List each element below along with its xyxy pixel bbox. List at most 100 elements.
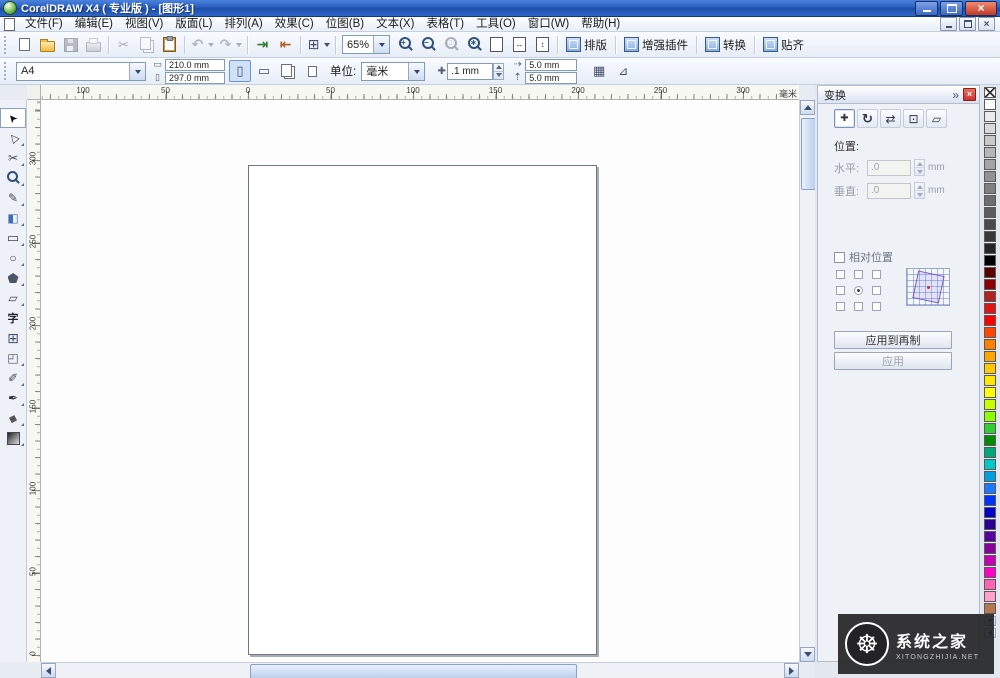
menu-file[interactable]: 文件(F) (19, 17, 69, 32)
layout-plugin-button[interactable]: 排版 (561, 34, 612, 56)
mdi-minimize-button[interactable] (940, 17, 957, 31)
palette-swatch-29[interactable] (984, 435, 996, 446)
zoom-width-button[interactable]: ↔ (508, 33, 531, 56)
palette-swatch-10[interactable] (984, 207, 996, 218)
horizontal-scrollbar[interactable] (41, 662, 799, 678)
pick-tool[interactable] (0, 108, 26, 128)
portrait-button[interactable] (229, 60, 251, 82)
palette-swatch-36[interactable] (984, 519, 996, 530)
units-combo[interactable]: 毫米 (361, 62, 425, 81)
zoom-level-combo[interactable]: 65% (342, 35, 390, 54)
zoom-out-button[interactable]: − (416, 33, 439, 56)
toolbar-grip[interactable] (4, 36, 9, 54)
palette-swatch-31[interactable] (984, 459, 996, 470)
close-button[interactable] (965, 1, 997, 16)
apply-to-duplicate-button[interactable]: 应用到再制 (834, 331, 952, 349)
palette-swatch-39[interactable] (984, 555, 996, 566)
crop-tool[interactable] (0, 148, 26, 168)
vertical-scrollbar[interactable] (799, 100, 815, 662)
palette-swatch-18[interactable] (984, 303, 996, 314)
menu-text[interactable]: 文本(X) (370, 17, 420, 32)
palette-swatch-22[interactable] (984, 351, 996, 362)
import-button[interactable] (251, 33, 274, 56)
palette-swatch-19[interactable] (984, 315, 996, 326)
scroll-up-button[interactable] (800, 100, 815, 115)
document-page[interactable] (248, 165, 597, 655)
menu-edit[interactable]: 编辑(E) (69, 17, 119, 32)
palette-swatch-32[interactable] (984, 471, 996, 482)
palette-swatch-23[interactable] (984, 363, 996, 374)
basic-shapes-tool[interactable] (0, 288, 26, 308)
property-bar-grip[interactable] (4, 62, 9, 80)
menu-window[interactable]: 窗口(W) (522, 17, 576, 32)
undo-button[interactable] (188, 33, 216, 56)
eyedropper-tool[interactable] (0, 368, 26, 388)
palette-swatch-21[interactable] (984, 339, 996, 350)
anchor-bottom-right[interactable] (872, 302, 881, 311)
zoom-in-button[interactable]: + (393, 33, 416, 56)
anchor-center[interactable] (854, 286, 863, 295)
palette-swatch-35[interactable] (984, 507, 996, 518)
zoom-all-button[interactable]: ∗ (462, 33, 485, 56)
menu-effects[interactable]: 效果(C) (269, 17, 320, 32)
palette-swatch-17[interactable] (984, 291, 996, 302)
palette-swatch-14[interactable] (984, 255, 996, 266)
open-button[interactable] (36, 33, 59, 56)
palette-swatch-34[interactable] (984, 495, 996, 506)
anchor-bottom-left[interactable] (836, 302, 845, 311)
palette-swatch-26[interactable] (984, 399, 996, 410)
app-launcher-button[interactable] (304, 33, 332, 56)
mdi-restore-button[interactable] (959, 17, 976, 31)
anchor-top-right[interactable] (872, 270, 881, 279)
table-tool[interactable] (0, 328, 26, 348)
redo-button-dropdown[interactable] (234, 39, 243, 50)
palette-swatch-15[interactable] (984, 267, 996, 278)
shape-tool[interactable] (0, 128, 26, 148)
palette-swatch-5[interactable] (984, 147, 996, 158)
transform-rotation-button[interactable] (857, 109, 878, 128)
text-tool[interactable] (0, 308, 26, 328)
palette-swatch-37[interactable] (984, 531, 996, 542)
palette-swatch-9[interactable] (984, 195, 996, 206)
anchor-top-left[interactable] (836, 270, 845, 279)
palette-swatch-16[interactable] (984, 279, 996, 290)
palette-swatch-24[interactable] (984, 375, 996, 386)
palette-swatch-1[interactable] (984, 99, 996, 110)
duplicate-y-input[interactable]: 5.0 mm (525, 72, 577, 84)
nudge-spinner[interactable] (493, 63, 504, 80)
paper-height-input[interactable]: 297.0 mm (165, 72, 225, 84)
palette-swatch-40[interactable] (984, 567, 996, 578)
palette-swatch-38[interactable] (984, 543, 996, 554)
palette-swatch-25[interactable] (984, 387, 996, 398)
snap-grid-button[interactable] (588, 60, 610, 82)
palette-swatch-4[interactable] (984, 135, 996, 146)
palette-swatch-27[interactable] (984, 411, 996, 422)
cut-button[interactable] (112, 33, 135, 56)
interactive-fill-tool[interactable] (0, 428, 26, 448)
mdi-close-button[interactable] (978, 17, 995, 31)
polygon-tool[interactable] (0, 268, 26, 288)
palette-swatch-13[interactable] (984, 243, 996, 254)
palette-swatch-12[interactable] (984, 231, 996, 242)
palette-swatch-28[interactable] (984, 423, 996, 434)
ellipse-tool[interactable] (0, 248, 26, 268)
palette-swatch-3[interactable] (984, 123, 996, 134)
anchor-middle-left[interactable] (836, 286, 845, 295)
palette-swatch-2[interactable] (984, 111, 996, 122)
fill-tool[interactable] (0, 408, 26, 428)
current-page-button[interactable] (301, 60, 323, 82)
zoom-selected-button[interactable]: □ (439, 33, 462, 56)
vertical-scroll-thumb[interactable] (801, 118, 816, 190)
zoom-combo-arrow[interactable] (373, 36, 389, 53)
transform-skew-button[interactable] (926, 109, 947, 128)
horizontal-spinner[interactable] (914, 159, 925, 176)
units-combo-arrow[interactable] (408, 63, 424, 80)
menu-view[interactable]: 视图(V) (119, 17, 169, 32)
drawing-scale-button[interactable] (612, 60, 634, 82)
palette-swatch-7[interactable] (984, 171, 996, 182)
new-button[interactable] (13, 33, 36, 56)
minimize-button[interactable] (915, 1, 938, 16)
scroll-left-button[interactable] (41, 663, 56, 678)
transform-scale-mirror-button[interactable] (880, 109, 901, 128)
docker-close-button[interactable] (963, 88, 976, 101)
